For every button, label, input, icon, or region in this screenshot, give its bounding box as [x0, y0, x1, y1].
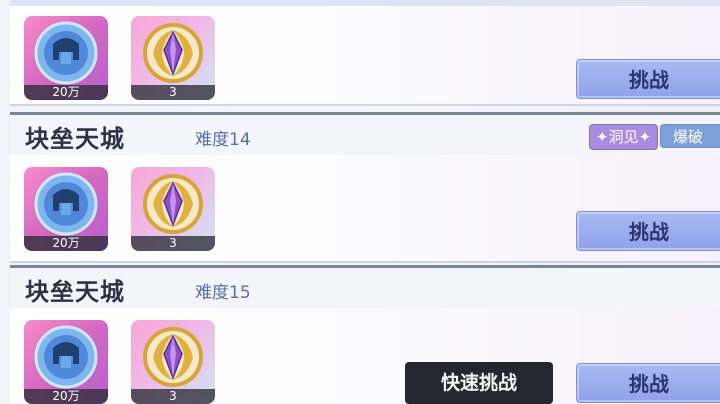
reward-item-crystal[interactable]: 3 — [131, 320, 215, 404]
reward-item-count: 20万 — [24, 389, 108, 404]
reward-item-count: 20万 — [24, 85, 108, 100]
insight-badge: ✦洞见✦ — [589, 124, 658, 150]
reward-item-count: 20万 — [24, 236, 108, 251]
challenge-button[interactable]: 挑战 — [576, 59, 720, 99]
purple-crystal-laurel-icon — [143, 174, 203, 234]
quick-challenge-button[interactable]: 快速挑战 — [405, 362, 553, 404]
blue-helmet-orb-icon — [34, 21, 98, 85]
level-difficulty: 难度15 — [195, 283, 251, 303]
level-header-15: 块垒天城 难度15 — [10, 265, 720, 308]
challenge-button[interactable]: 挑战 — [576, 363, 720, 403]
blue-helmet-orb-icon — [34, 172, 98, 236]
reward-item-count: 3 — [131, 389, 215, 404]
reward-item-count: 3 — [131, 85, 215, 100]
blue-helmet-orb-icon — [34, 325, 98, 389]
reward-item-blue-orb[interactable]: 20万 — [24, 320, 108, 404]
reward-item-blue-orb[interactable]: 20万 — [24, 167, 108, 251]
level-title: 块垒天城 — [25, 124, 125, 153]
reward-panel-1: 20万 3 挑战 — [10, 155, 720, 263]
level-difficulty: 难度14 — [195, 130, 251, 150]
purple-crystal-laurel-icon — [143, 23, 203, 83]
reward-panel-2: 20万 3 挑战 — [10, 308, 720, 404]
reward-item-crystal[interactable]: 3 — [131, 167, 215, 251]
purple-crystal-laurel-icon — [143, 327, 203, 387]
reward-panel-0: 20万 3 挑战 — [10, 6, 720, 106]
level-title: 块垒天城 — [25, 277, 125, 306]
challenge-button[interactable]: 挑战 — [576, 211, 720, 251]
reward-item-crystal[interactable]: 3 — [131, 16, 215, 100]
level-header-14: 块垒天城 难度14 ✦洞见✦ 爆破 — [10, 112, 720, 155]
burst-badge: 爆破 — [660, 124, 720, 148]
reward-item-count: 3 — [131, 236, 215, 251]
reward-item-blue-orb[interactable]: 20万 — [24, 16, 108, 100]
